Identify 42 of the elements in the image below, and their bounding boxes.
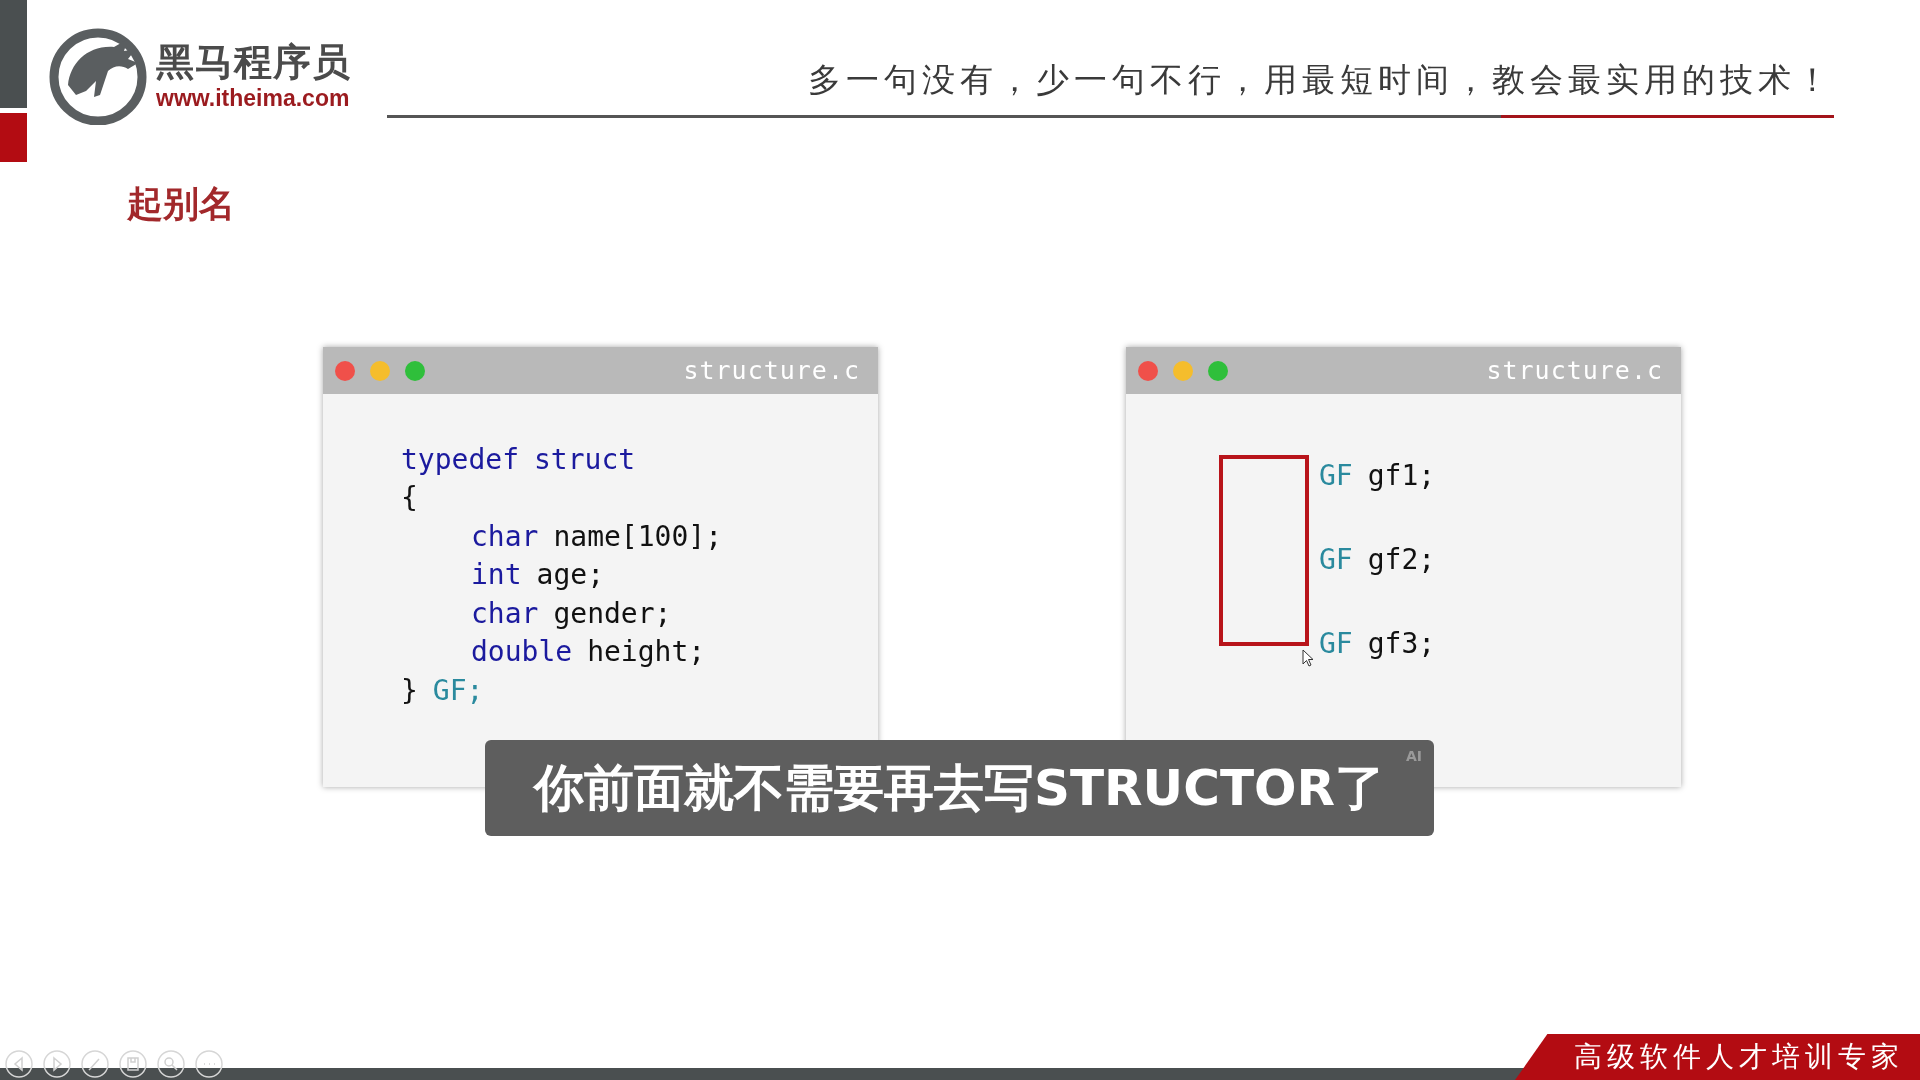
code-token: { (401, 481, 418, 515)
code-token: char (471, 519, 539, 553)
code-token: GF; (432, 673, 484, 707)
code-token: } (401, 673, 418, 707)
previous-icon[interactable] (5, 1050, 33, 1078)
code-token: gender; (553, 596, 672, 630)
code-token: GF (1319, 626, 1353, 660)
code-token: struct (534, 442, 636, 476)
subtitle-text: 你前面就不需要再去写STRUCTOR了 (534, 757, 1385, 819)
code-token: GF (1319, 458, 1353, 492)
mouse-pointer-icon (1302, 649, 1314, 667)
maximize-dot-icon (1208, 360, 1228, 381)
slide-title: 起别名 (127, 182, 236, 226)
window-title: structure.c (1486, 356, 1663, 385)
minimize-dot-icon (370, 360, 390, 381)
tagline: 多一句没有，少一句不行，用最短时间，教会最实用的技术！ (808, 59, 1834, 101)
code-token: char (471, 596, 539, 630)
code-token: GF (1319, 542, 1353, 576)
code-token: double (471, 635, 573, 669)
slides-icon[interactable] (119, 1050, 147, 1078)
code-token: height; (587, 635, 706, 669)
accent-bar (0, 113, 27, 162)
brand-name: 黑马程序员 (156, 39, 351, 85)
code-token: int (471, 558, 522, 592)
maximize-dot-icon (405, 360, 425, 381)
code-token: name[100]; (553, 519, 722, 553)
footer-tag-text: 高级软件人才培训专家 (1574, 1039, 1904, 1075)
next-icon[interactable] (43, 1050, 71, 1078)
window-title: structure.c (683, 356, 860, 385)
close-dot-icon (335, 360, 355, 381)
code-token: gf2; (1367, 542, 1436, 576)
ai-label: AI (1405, 748, 1422, 764)
code-token: gf3; (1367, 626, 1436, 660)
brand-url: www.itheima.com (156, 85, 351, 111)
search-icon[interactable] (157, 1050, 185, 1078)
pen-icon[interactable] (81, 1050, 109, 1078)
code-token: gf1; (1367, 458, 1436, 492)
code-token: age; (536, 558, 604, 592)
more-icon[interactable] (195, 1050, 223, 1078)
code-token: typedef (401, 442, 519, 476)
minimize-dot-icon (1173, 360, 1193, 381)
close-dot-icon (1138, 360, 1158, 381)
